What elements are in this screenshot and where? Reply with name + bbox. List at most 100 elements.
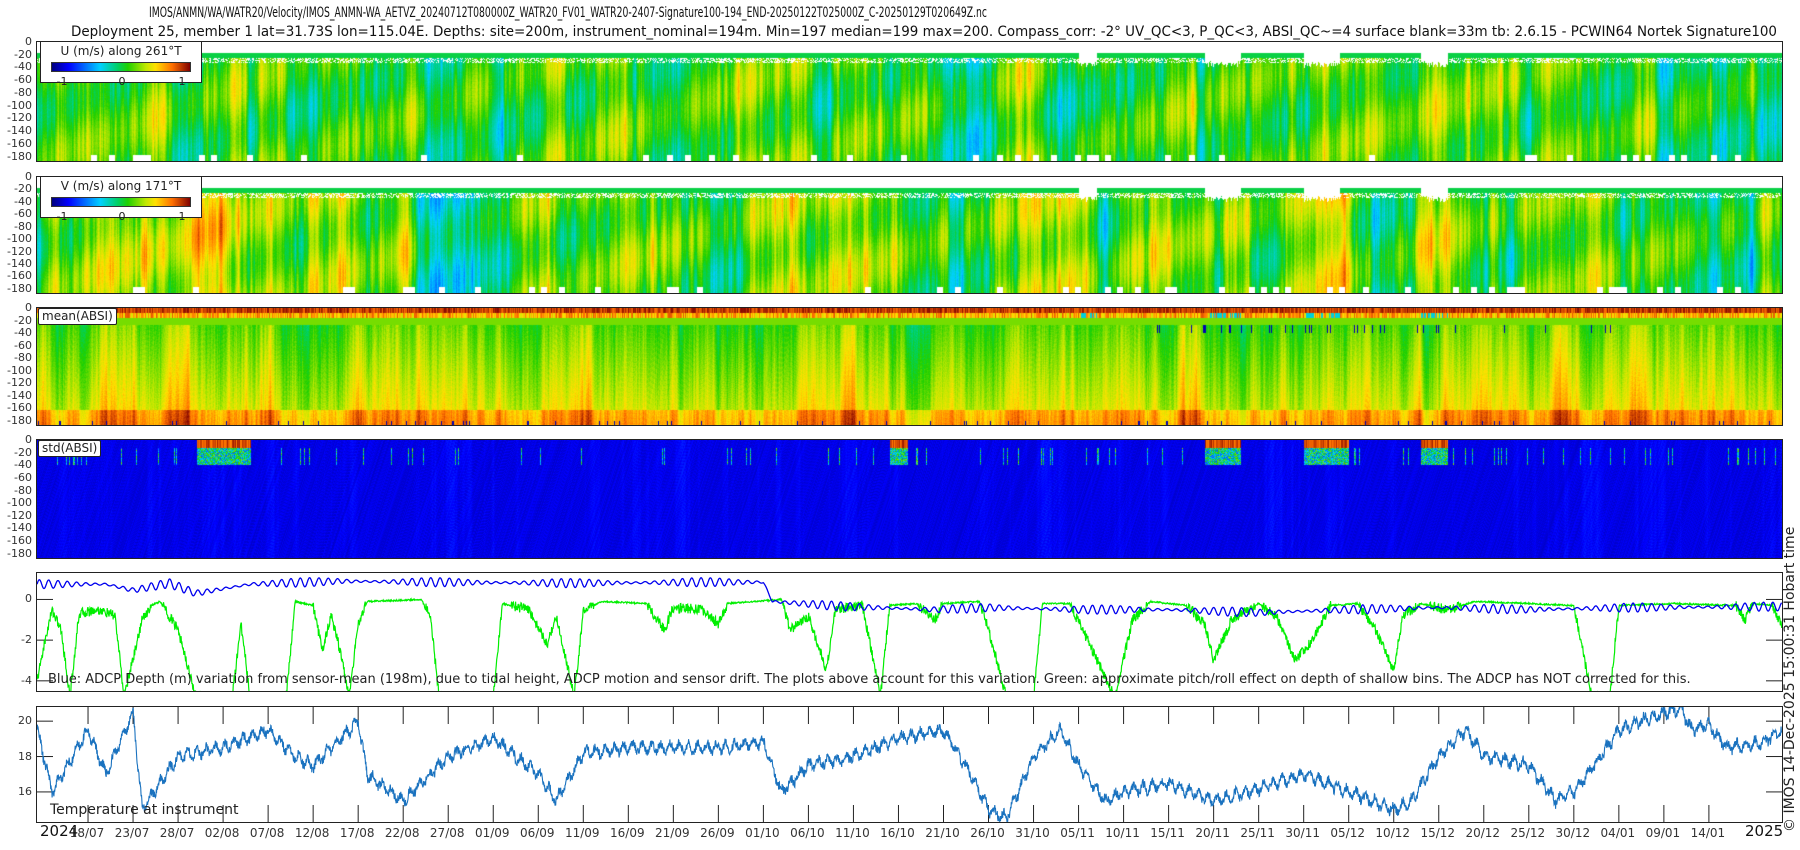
colorbar-tick: -1 [56,210,68,223]
temperature-line [37,707,1782,822]
u-velocity-heatmap [37,42,1782,161]
x-tick-label: 20/11 [1195,826,1230,840]
y-tick-label: -40 [14,326,32,340]
x-tick-label: 30/11 [1285,826,1320,840]
x-tick-label: 30/12 [1555,826,1591,840]
y-tick-label: 0 [25,433,32,446]
x-tick-label: 14/01 [1690,826,1726,840]
x-tick-label: 06/10 [790,826,825,840]
y-tick-label: -20 [14,47,32,61]
y-tick-label: 16 [18,784,32,798]
y-tick-label: -2 [21,633,32,647]
x-tick-label: 01/09 [474,826,510,840]
x-tick-label: 25/11 [1240,826,1275,840]
v-colorbar [51,197,191,207]
y-tick-label: -100 [7,232,32,246]
y-tick-label: -60 [14,73,32,87]
v-colorbar-legend: V (m/s) along 171°T -1 0 1 [40,176,202,223]
u-colorbar-legend: U (m/s) along 261°T -1 0 1 [40,41,202,88]
y-tick-label: -80 [14,219,32,233]
x-tick-label: 15/12 [1420,826,1456,840]
x-tick-label: 26/10 [970,826,1005,840]
y-tick-label: -80 [14,351,32,365]
std-absi-panel [36,439,1783,559]
y-tick-label: 0 [25,301,32,314]
y-tick-label: -40 [14,194,32,208]
colorbar-tick: 1 [178,210,186,223]
x-tick-label: 15/11 [1150,826,1185,840]
y-tick-label: -180 [7,149,32,163]
x-tick-label: 02/08 [204,826,240,840]
y-tick-label: -120 [7,111,32,125]
u-velocity-panel [36,41,1783,162]
x-tick-label: 21/10 [925,826,960,840]
std-absi-heatmap [37,440,1782,558]
y-tick-label: -100 [7,363,32,377]
x-tick-label: 10/11 [1105,826,1140,840]
x-tick-label: 23/07 [114,826,150,840]
y-tick-label: -60 [14,338,32,352]
temperature-plot [37,707,1782,822]
y-tick-label: -4 [21,673,32,687]
mean-absi-label: mean(ABSI) [38,308,117,325]
y-tick-label: -120 [7,508,32,522]
colorbar-tick: 0 [118,75,126,88]
v-legend-title: V (m/s) along 171°T [60,179,182,193]
x-tick-label: 10/12 [1375,826,1411,840]
y-tick-label: 18 [18,749,32,763]
y-tick-label: -60 [14,207,32,221]
colorbar-tick: 0 [118,210,126,223]
y-tick-label: -160 [7,401,32,415]
y-tick-label: 20 [18,714,32,728]
title-line-1: IMOS/ANMN/WA/WATR20/Velocity/IMOS_ANMN-W… [149,5,987,21]
year-end-label: 2025 [1745,822,1784,840]
x-tick-label: 31/10 [1015,826,1050,840]
y-tick-label: -40 [14,458,32,472]
u-legend-title: U (m/s) along 261°T [60,44,182,58]
y-tick-label: -120 [7,244,32,258]
y-tick-label: -140 [7,256,32,270]
x-tick-label: 16/10 [880,826,915,840]
x-tick-label: 16/09 [610,826,645,840]
y-tick-label: 0 [25,35,32,48]
x-tick-label: 07/08 [249,826,285,840]
y-tick-label: -100 [7,496,32,510]
x-tick-label: 12/08 [294,826,330,840]
y-tick-label: 0 [25,170,32,183]
x-tick-label: 11/10 [835,826,870,840]
x-tick-label: 28/07 [159,826,195,840]
credit-timestamp: © IMOS 14-Dec-2025 15:00:31 Hobart time [1782,526,1798,832]
y-tick-label: -20 [14,313,32,327]
x-tick-label: 06/09 [519,826,555,840]
x-tick-label: 11/09 [564,826,600,840]
y-tick-label: -20 [14,445,32,459]
y-tick-label: -80 [14,483,32,497]
year-start-label: 2024 [40,822,79,840]
colorbar-tick: -1 [56,75,68,88]
y-tick-label: -100 [7,98,32,112]
colorbar-tick: 1 [178,75,186,88]
x-tick-label: 05/12 [1330,826,1365,840]
depth-variation-note: Blue: ADCP Depth (m) variation from sens… [48,672,1691,687]
y-tick-label: -160 [7,534,32,548]
v-velocity-panel [36,176,1783,294]
x-tick-label: 20/12 [1465,826,1501,840]
x-tick-label: 05/11 [1060,826,1095,840]
y-tick-label: -140 [7,521,32,535]
x-tick-label: 01/10 [745,826,780,840]
y-tick-label: -160 [7,136,32,150]
mean-absi-panel [36,307,1783,426]
x-tick-label: 26/09 [700,826,735,840]
x-tick-label: 27/08 [429,826,465,840]
v-velocity-heatmap [37,177,1782,293]
y-tick-label: -180 [7,546,32,560]
y-tick-label: -20 [14,182,32,196]
y-tick-label: -60 [14,470,32,484]
x-tick-label: 17/08 [339,826,375,840]
y-tick-label: -180 [7,281,32,295]
y-tick-label: -160 [7,269,32,283]
y-tick-label: -80 [14,85,32,99]
x-tick-label: 09/01 [1645,826,1681,840]
x-tick-label: 22/08 [384,826,420,840]
x-tick-label: 21/09 [655,826,690,840]
